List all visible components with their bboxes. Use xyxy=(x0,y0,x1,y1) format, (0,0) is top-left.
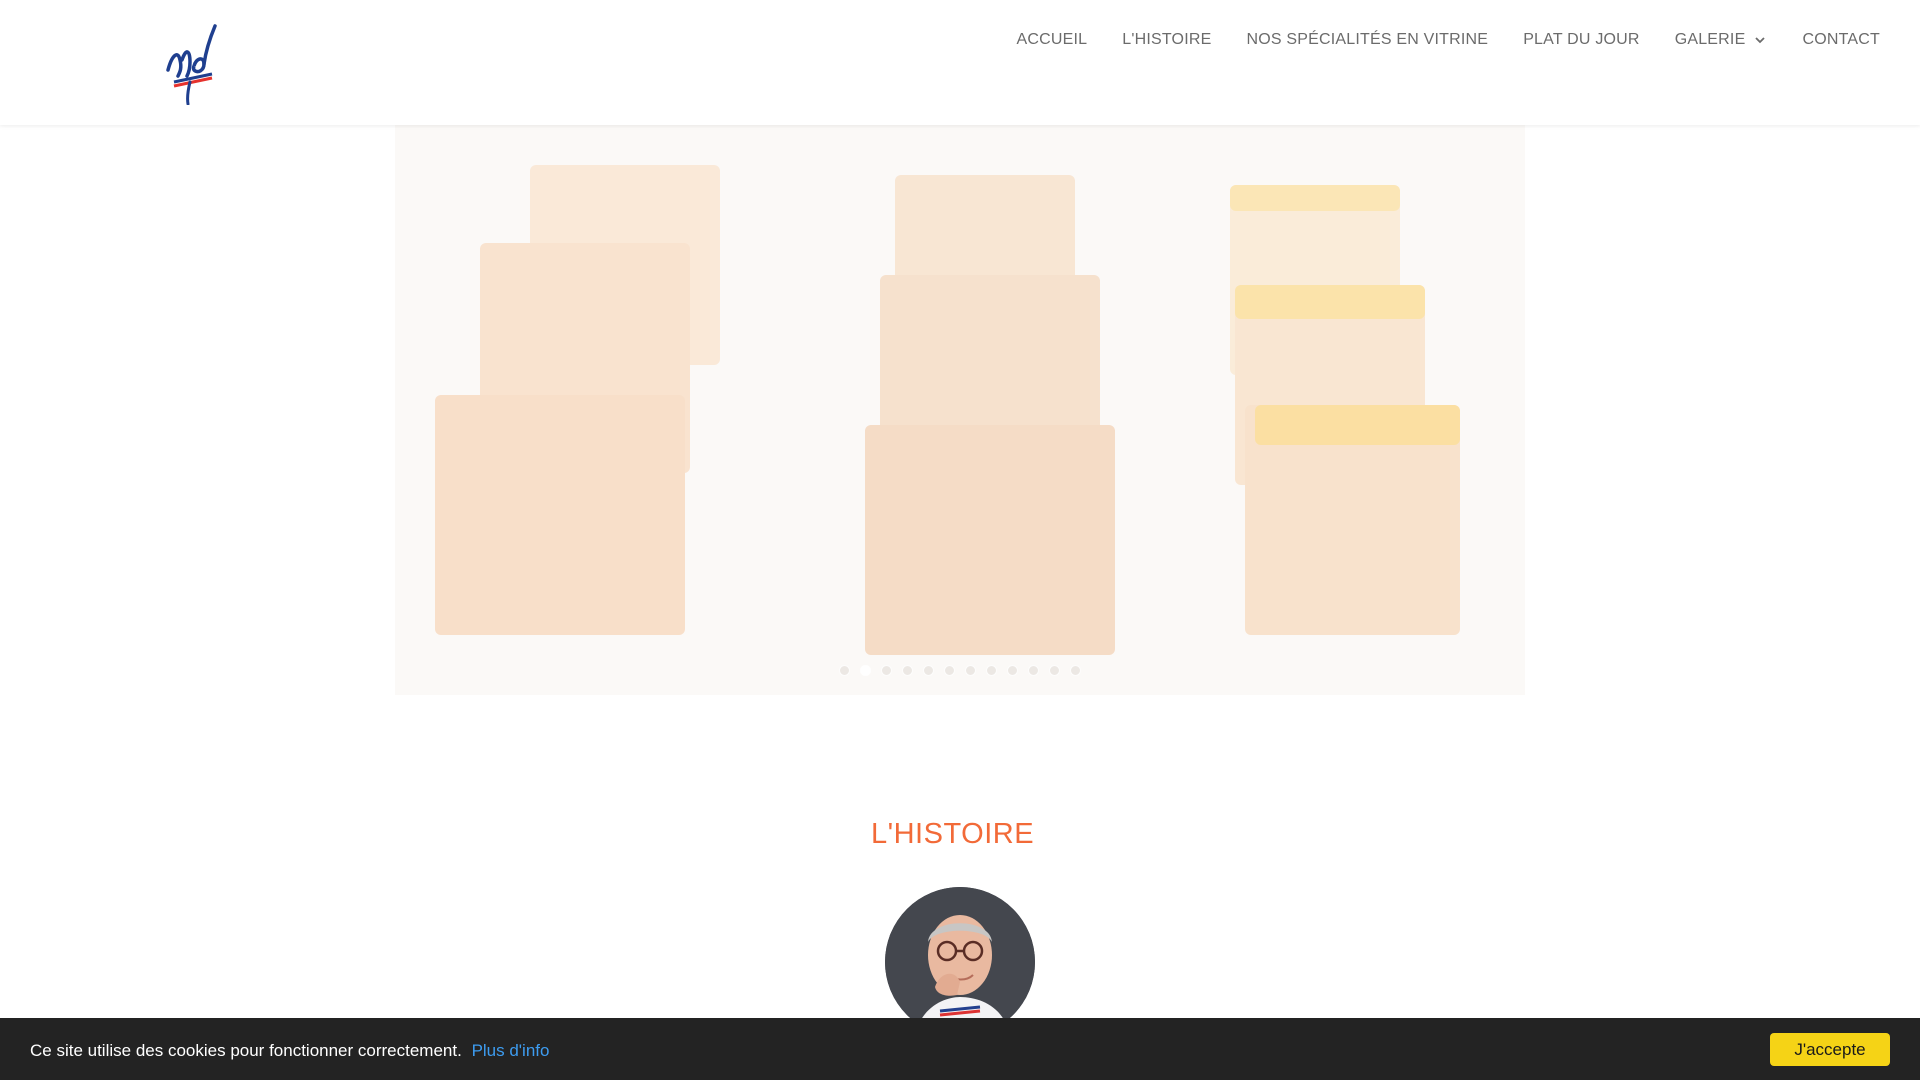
slider-dot[interactable] xyxy=(923,665,934,676)
nav-item-specialites[interactable]: NOS SPÉCIALITÉS EN VITRINE xyxy=(1246,31,1488,49)
nav-item-label: CONTACT xyxy=(1802,31,1880,48)
slider-dot[interactable] xyxy=(1070,665,1081,676)
nav-item-contact[interactable]: CONTACT xyxy=(1802,31,1880,49)
logo-mark-icon xyxy=(166,24,217,106)
chef-portrait-image xyxy=(885,887,1035,1037)
site-header: ACCUEIL L'HISTOIRE NOS SPÉCIALITÉS EN VI… xyxy=(0,0,1920,125)
nav-item-plat-du-jour[interactable]: PLAT DU JOUR xyxy=(1523,31,1640,49)
nav-item-accueil[interactable]: ACCUEIL xyxy=(1016,31,1087,49)
chef-portrait xyxy=(885,887,1035,1037)
hero-slider[interactable] xyxy=(395,125,1525,695)
cookie-accept-button[interactable]: J'accepte xyxy=(1770,1033,1890,1066)
terrine-slice xyxy=(435,395,685,635)
nav-item-galerie[interactable]: GALERIE xyxy=(1675,31,1768,49)
slider-pagination xyxy=(395,665,1525,676)
slider-dot[interactable] xyxy=(1049,665,1060,676)
slider-dot[interactable] xyxy=(860,665,871,676)
cookie-banner: Ce site utilise des cookies pour fonctio… xyxy=(0,1018,1920,1080)
nav-item-histoire[interactable]: L'HISTOIRE xyxy=(1122,31,1211,49)
cookie-more-info-link[interactable]: Plus d'info xyxy=(472,1041,550,1060)
terrine-slice-top xyxy=(1235,285,1425,319)
cookie-message: Ce site utilise des cookies pour fonctio… xyxy=(30,1041,549,1061)
main-navigation: ACCUEIL L'HISTOIRE NOS SPÉCIALITÉS EN VI… xyxy=(1016,0,1880,80)
site-logo[interactable] xyxy=(160,20,220,106)
slider-dot[interactable] xyxy=(1028,665,1039,676)
nav-item-label: NOS SPÉCIALITÉS EN VITRINE xyxy=(1246,31,1489,48)
nav-item-label: PLAT DU JOUR xyxy=(1523,31,1640,48)
chevron-down-icon xyxy=(1753,33,1767,47)
terrine-slice-top xyxy=(1255,405,1460,445)
slider-dot[interactable] xyxy=(965,665,976,676)
terrine-slice xyxy=(865,425,1115,655)
slider-dot[interactable] xyxy=(881,665,892,676)
nav-item-label: ACCUEIL xyxy=(1016,31,1088,48)
nav-item-label: L'HISTOIRE xyxy=(1122,31,1212,48)
slider-dot[interactable] xyxy=(986,665,997,676)
slider-dot[interactable] xyxy=(839,665,850,676)
slider-dot[interactable] xyxy=(902,665,913,676)
slider-dot[interactable] xyxy=(944,665,955,676)
nav-item-label: GALERIE xyxy=(1674,31,1746,48)
cookie-message-text: Ce site utilise des cookies pour fonctio… xyxy=(30,1041,462,1060)
slider-dot[interactable] xyxy=(1007,665,1018,676)
terrine-slice-top xyxy=(1230,185,1400,211)
section-title-histoire: L'HISTOIRE xyxy=(870,818,1035,850)
